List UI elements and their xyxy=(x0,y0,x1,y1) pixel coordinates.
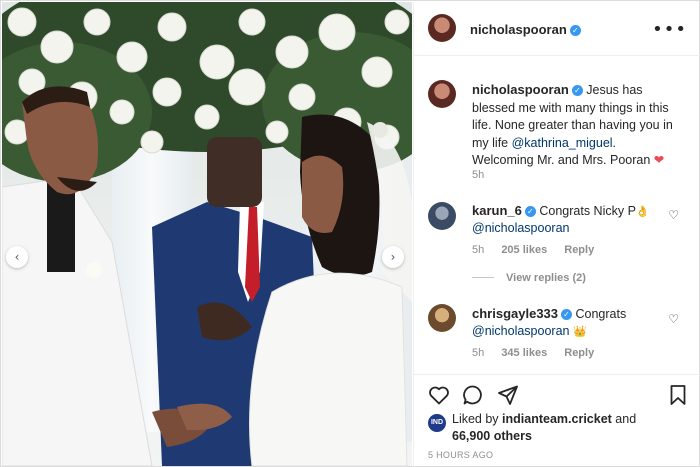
caption-avatar[interactable] xyxy=(428,80,456,108)
comment-text: Congrats xyxy=(575,307,627,321)
replies-divider xyxy=(472,277,494,278)
carousel-prev-button[interactable]: ‹ xyxy=(6,246,28,268)
likes-count-link[interactable]: 66,900 others xyxy=(452,429,532,443)
header-username-wrap: nicholaspooran ✓ xyxy=(470,21,581,39)
comment-reply-button[interactable]: Reply xyxy=(564,244,594,256)
ok-hand-emoji-icon: 👌 xyxy=(635,205,650,218)
comment-mention-link[interactable]: @nicholaspooran xyxy=(472,221,569,235)
crown-emoji-icon: 👑 xyxy=(572,325,587,338)
liked-by-user-link[interactable]: indianteam.cricket xyxy=(502,412,612,426)
caption-time[interactable]: 5h xyxy=(472,169,484,181)
comment-meta: 5h 205 likes Reply xyxy=(472,244,608,256)
comment-item: chrisgayle333 ✓ Congrats @nicholaspooran … xyxy=(472,305,662,340)
comment-likes[interactable]: 345 likes xyxy=(501,347,547,359)
comment-item: karun_6 ✓ Congrats Nicky P👌 @nicholaspoor… xyxy=(472,202,662,237)
verified-icon: ✓ xyxy=(571,85,583,96)
comment-mention-link[interactable]: @nicholaspooran xyxy=(472,324,569,338)
post-actions: IND Liked by indianteam.cricket and 66,9… xyxy=(414,374,700,466)
caption-username[interactable]: nicholaspooran xyxy=(472,82,569,97)
verified-icon: ✓ xyxy=(561,309,573,320)
comment-time[interactable]: 5h xyxy=(472,244,484,256)
author-avatar[interactable] xyxy=(428,14,456,42)
verified-icon: ✓ xyxy=(569,25,581,36)
carousel-next-button[interactable]: › xyxy=(382,246,404,268)
header-username[interactable]: nicholaspooran xyxy=(470,22,567,37)
post-caption: nicholaspooran ✓ Jesus has blessed me wit… xyxy=(472,82,673,167)
commenter-avatar[interactable] xyxy=(428,304,456,332)
caption-mention-link[interactable]: @kathrina_miguel xyxy=(512,136,613,150)
comment-username[interactable]: karun_6 xyxy=(472,203,522,218)
comment-likes[interactable]: 205 likes xyxy=(501,244,547,256)
liked-by-avatar[interactable]: IND xyxy=(428,414,446,432)
post-timestamp[interactable]: 5 HOURS AGO xyxy=(428,450,493,460)
wedding-photo xyxy=(2,2,412,466)
comment-like-icon[interactable]: ♡ xyxy=(668,208,679,222)
like-heart-icon[interactable] xyxy=(427,383,451,407)
instagram-post: ‹ › nicholaspooran ✓ ••• nicholaspooran ✓ … xyxy=(0,0,700,467)
comment-text: Congrats Nicky P xyxy=(539,204,636,218)
comment-bubble-icon[interactable] xyxy=(461,383,485,407)
comment-time[interactable]: 5h xyxy=(472,347,484,359)
post-image[interactable]: ‹ › xyxy=(2,2,412,466)
comment-like-icon[interactable]: ♡ xyxy=(668,312,679,326)
heart-emoji-icon: ❤ xyxy=(653,153,665,167)
liked-by-text: Liked by indianteam.cricket and 66,900 o… xyxy=(452,412,637,443)
comment-meta: 5h 345 likes Reply xyxy=(472,347,608,359)
verified-icon: ✓ xyxy=(524,206,536,217)
more-options-icon[interactable]: ••• xyxy=(652,19,687,40)
comment-reply-button[interactable]: Reply xyxy=(564,347,594,359)
caption-text-2: Welcoming Mr. and Mrs. Pooran xyxy=(472,153,651,167)
share-paper-plane-icon[interactable] xyxy=(496,383,520,407)
comment-username[interactable]: chrisgayle333 xyxy=(472,306,558,321)
save-bookmark-icon[interactable] xyxy=(666,383,690,407)
commenter-avatar[interactable] xyxy=(428,202,456,230)
post-sidebar: nicholaspooran ✓ ••• nicholaspooran ✓ Jesu… xyxy=(413,2,700,467)
post-header: nicholaspooran ✓ ••• xyxy=(414,2,700,56)
view-replies-button[interactable]: View replies (2) xyxy=(472,272,586,284)
